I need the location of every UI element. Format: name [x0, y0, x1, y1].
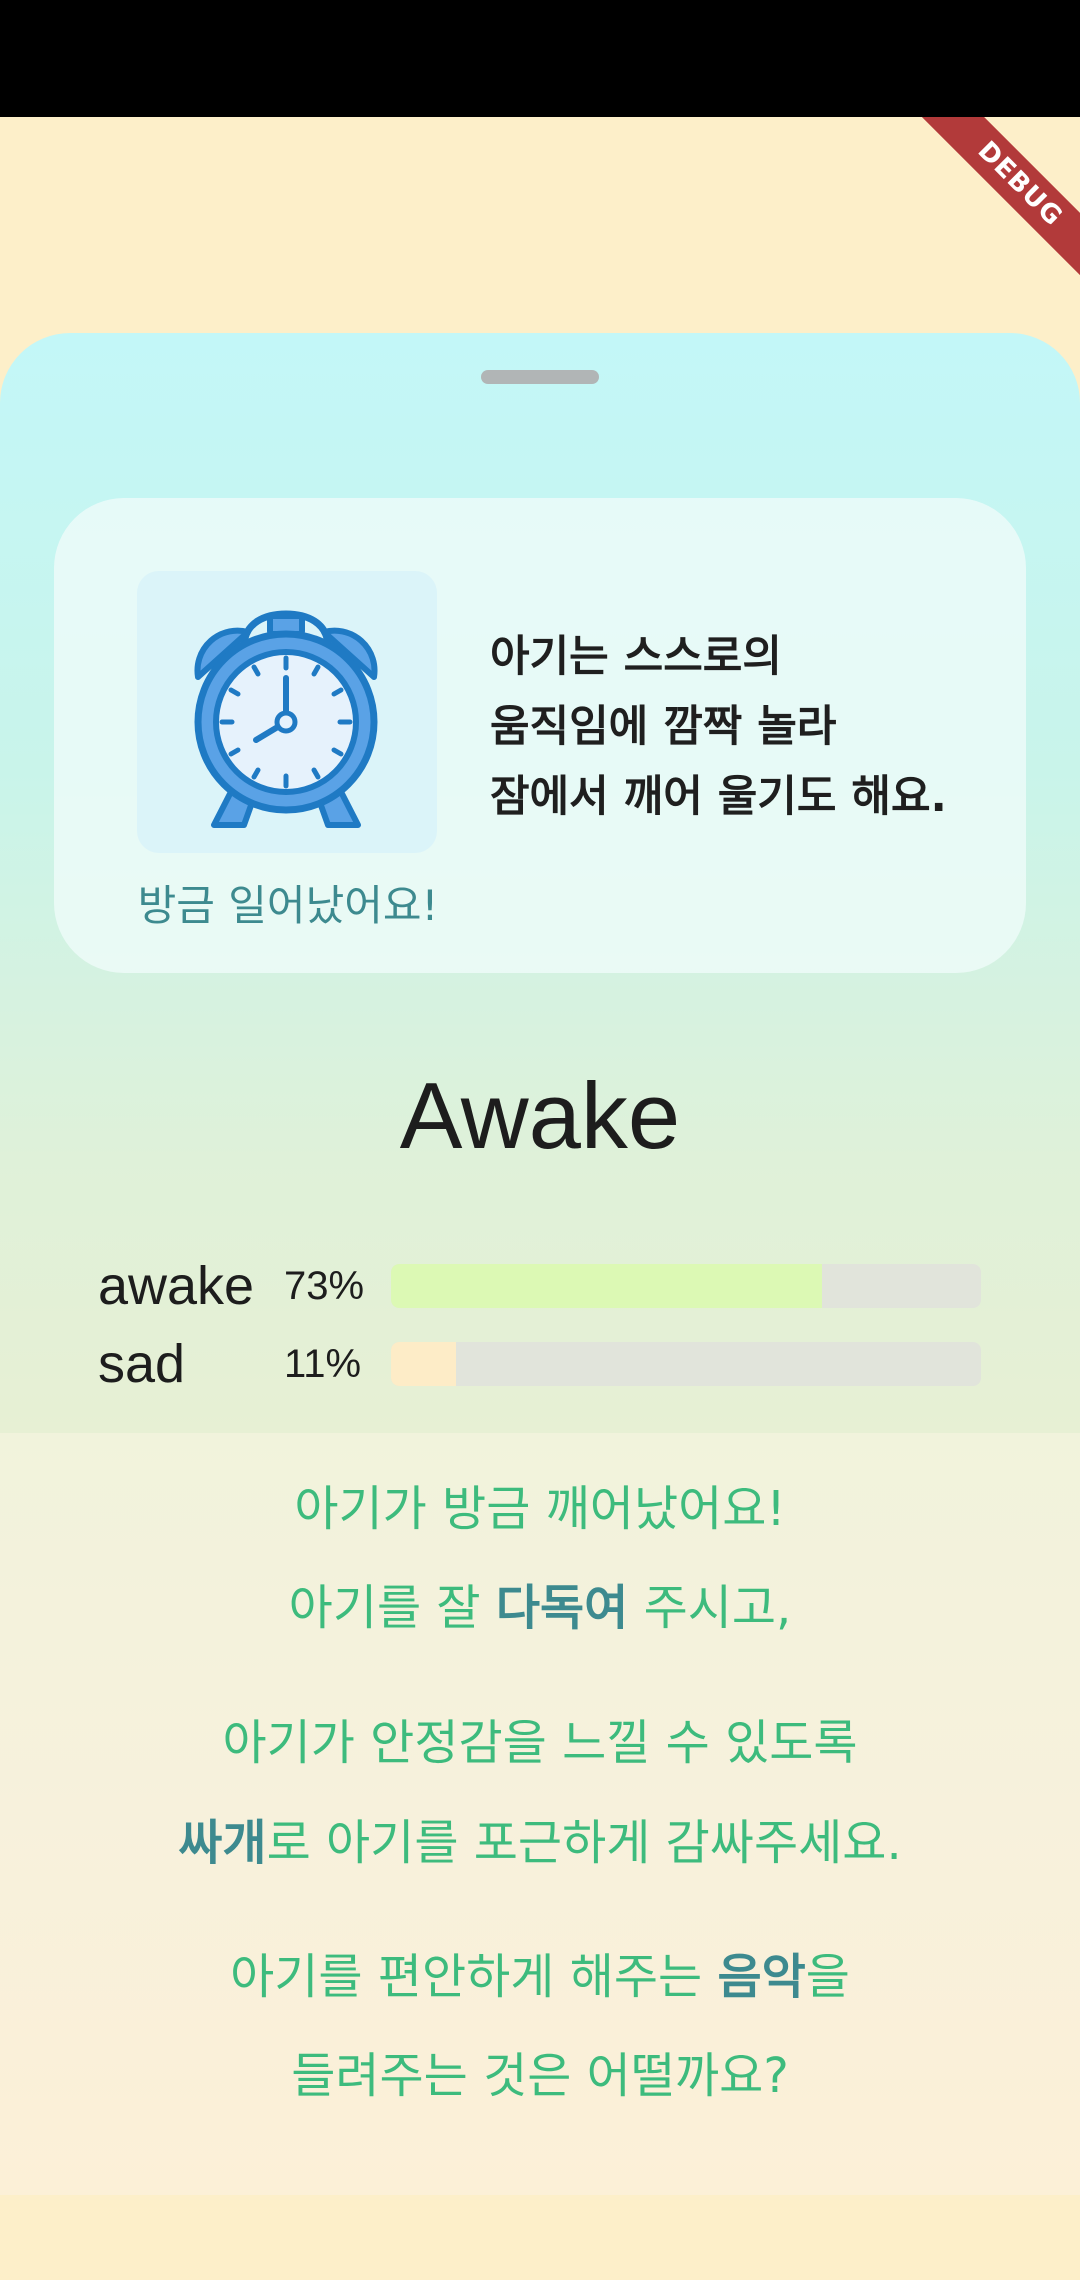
advice-text: 들려주는 것은 어떨까요? [291, 2048, 789, 2104]
description-line: 아기는 스스로의 [490, 632, 782, 682]
advice-text: 아기가 방금 깨어났어요! [294, 1481, 786, 1537]
alarm-clock-icon [194, 610, 378, 828]
advice-text: 아기를 편안하게 해주는 [230, 1949, 718, 2005]
state-description: 아기는 스스로의 움직임에 깜짝 놀라 잠에서 깨어 울기도 해요. [490, 622, 1010, 832]
advice-line: 들려주는 것은 어떨까요? [0, 2041, 1080, 2111]
probability-percent: 73% [284, 1264, 365, 1308]
probability-label: sad [98, 1334, 186, 1394]
advice-text: 로 아기를 포근하게 감싸주세요. [266, 1815, 902, 1871]
probability-bar [391, 1264, 981, 1308]
probability-row-awake: awake 73% [98, 1256, 998, 1316]
description-line: 잠에서 깨어 울기도 해요. [490, 772, 947, 822]
probability-percent: 11% [284, 1342, 362, 1386]
probability-bar-fill [391, 1342, 456, 1386]
probability-label: awake [98, 1256, 255, 1316]
advice-line: 아기를 잘 다독여 주시고, [0, 1573, 1080, 1643]
advice-highlight: 다독여 [495, 1580, 629, 1636]
state-icon-box [137, 571, 437, 853]
advice-highlight: 싸개 [178, 1815, 267, 1871]
advice-text: 아기가 안정감을 느낄 수 있도록 [222, 1715, 858, 1771]
probability-bar-fill [391, 1264, 822, 1308]
advice-line: 싸개로 아기를 포근하게 감싸주세요. [0, 1808, 1080, 1878]
state-caption: 방금 일어났어요! [137, 881, 439, 930]
probability-bar [391, 1342, 981, 1386]
state-title: Awake [399, 1063, 681, 1168]
advice-text: 주시고, [628, 1580, 792, 1636]
advice-text: 아기를 잘 [288, 1580, 496, 1636]
debug-banner: DEBUG [880, 117, 1080, 317]
status-bar [0, 0, 1080, 117]
advice-line: 아기가 방금 깨어났어요! [0, 1474, 1080, 1544]
probability-row-sad: sad 11% [98, 1334, 998, 1394]
advice-text: 을 [805, 1949, 850, 2005]
drag-handle[interactable] [481, 370, 599, 384]
description-line: 움직임에 깜짝 놀라 [490, 702, 837, 752]
advice-line: 아기를 편안하게 해주는 음악을 [0, 1942, 1080, 2012]
advice-line: 아기가 안정감을 느낄 수 있도록 [0, 1708, 1080, 1778]
advice-highlight: 음악 [717, 1949, 806, 2005]
debug-label: DEBUG [919, 117, 1080, 285]
